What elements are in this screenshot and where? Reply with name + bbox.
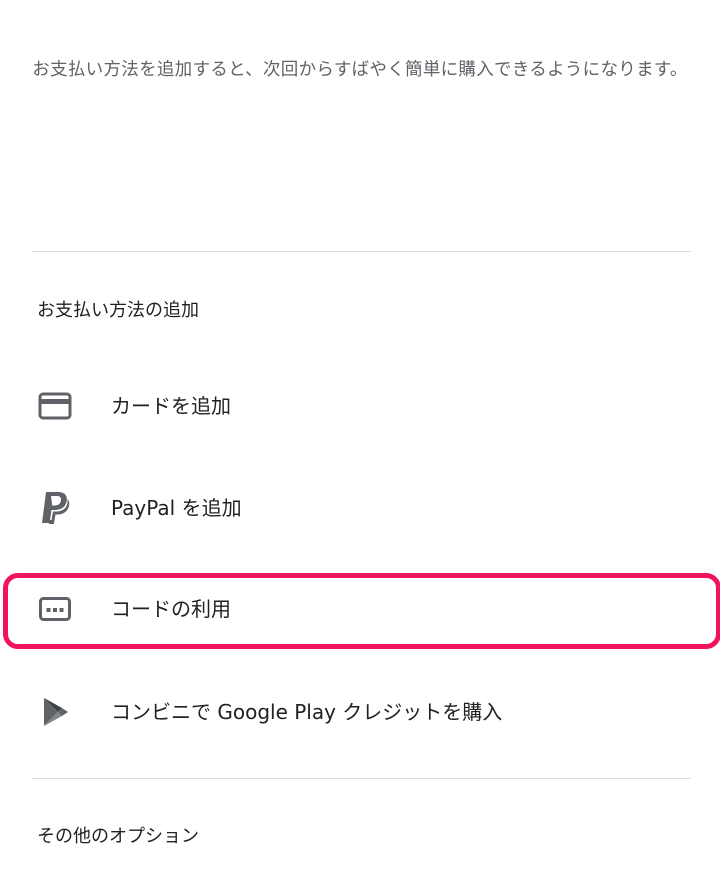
payment-methods-page: お支払い方法を追加すると、次回からすばやく簡単に購入できるようになります。 お支… [0,0,720,890]
redeem-code-icon [36,590,74,628]
redeem-code-label: コードの利用 [111,597,231,621]
paypal-icon [36,489,74,527]
credit-card-icon [36,387,74,425]
buy-play-credit-option[interactable]: コンビニで Google Play クレジットを購入 [0,675,720,749]
section-title-other-options: その他のオプション [37,826,199,847]
section-title-add-payment: お支払い方法の追加 [37,300,199,321]
redeem-code-option[interactable]: コードの利用 [0,572,720,646]
add-card-label: カードを追加 [111,394,231,418]
add-paypal-label: PayPal を追加 [111,496,242,520]
add-card-option[interactable]: カードを追加 [0,369,720,443]
payment-description: お支払い方法を追加すると、次回からすばやく簡単に購入できるようになります。 [32,60,688,80]
google-play-icon [36,693,74,731]
add-paypal-option[interactable]: PayPal を追加 [0,471,720,545]
buy-play-credit-label: コンビニで Google Play クレジットを購入 [111,700,503,724]
divider [32,778,691,779]
divider [32,251,691,252]
